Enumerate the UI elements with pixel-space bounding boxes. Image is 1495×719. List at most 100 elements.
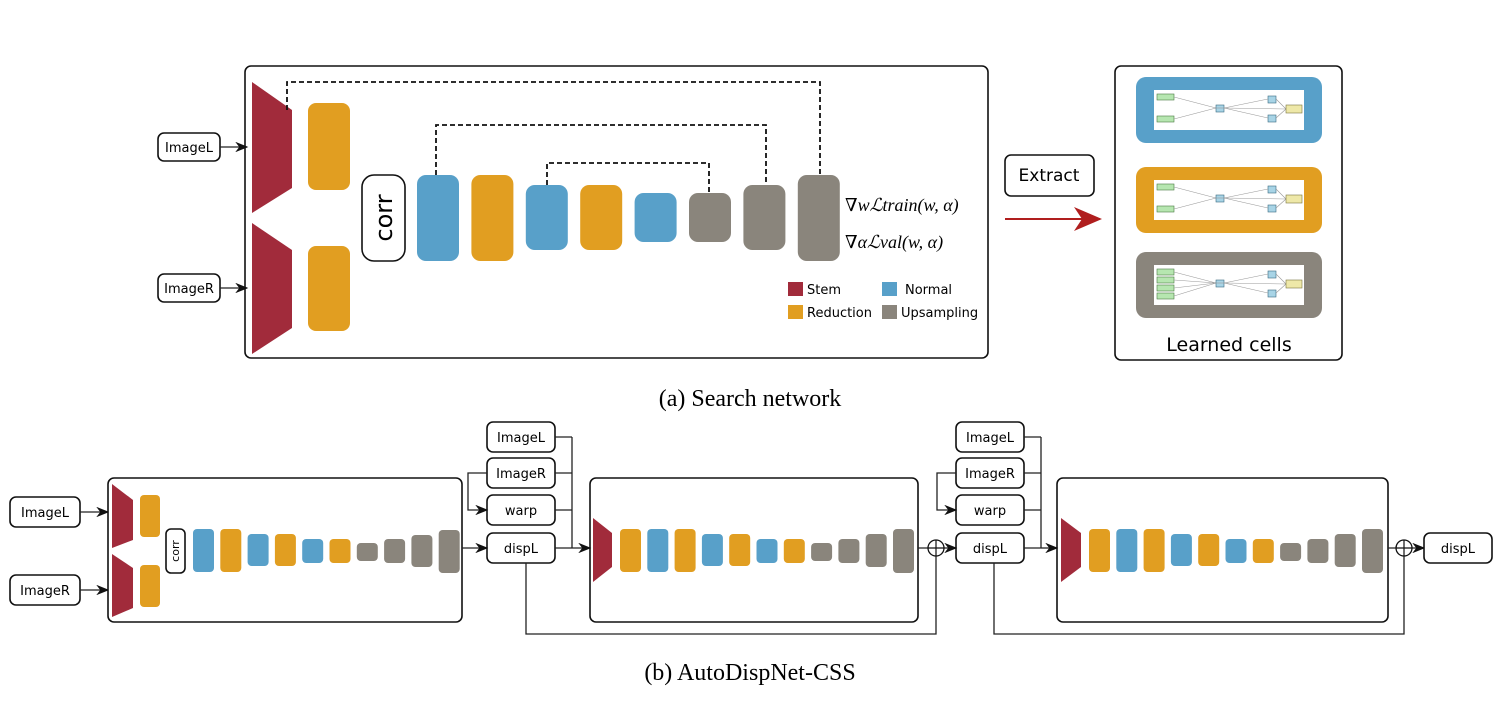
stage-input-label: warp [974,504,1006,519]
extract-label: Extract [1019,166,1080,186]
upsampling-cell [865,534,887,567]
reduction-cell [274,534,296,566]
caption-a: (a) Search network [659,386,842,412]
corr-label: corr [370,194,398,241]
stage-input-label: warp [505,504,537,519]
stage-input-label: ImageL [966,431,1015,446]
stage-input-label: ImageR [496,467,546,482]
reduction-cell [674,529,696,572]
legend-swatch-stem [788,282,803,296]
train-gradient-formula: ∇wℒtrain(w, α) [845,195,959,216]
learned-cells-title: Learned cells [1166,334,1292,356]
legend-swatch-reduction [788,305,803,319]
normal-cell [193,529,214,572]
stage-input-label: dispL [504,542,539,557]
stage-input-displ: dispL [486,532,556,564]
val-gradient-formula: ∇αℒval(w, α) [845,232,943,253]
corr-label: corr [169,540,182,562]
add-operator-icon [1395,539,1413,557]
reduction-cell [783,539,805,563]
reduction-cell [471,175,514,261]
output-label: dispL [1441,542,1476,557]
legend-swatch-upsampling [882,305,897,319]
reduction-cell [1252,539,1274,563]
reduction-cell [308,103,350,190]
upsampling-cell [689,193,731,242]
search-input-imagel: ImageL [157,132,221,162]
legend-label: Upsampling [901,306,978,321]
upsampling-cell [797,175,840,261]
warp-connector [936,472,958,516]
stage-input-displ: dispL [955,532,1025,564]
stage-input-imager: ImageR [486,457,556,489]
css-input-imager: ImageR [9,574,81,606]
upsampling-cell [1280,543,1302,561]
normal-cell [1116,529,1138,572]
search-input-imager: ImageR [157,273,221,303]
normal-cell [1225,539,1247,563]
learned-upsampling-cell [1136,252,1322,318]
normal-cell [417,175,459,261]
stage-inputs-2: ImageL ImageR warp dispL [936,421,1059,564]
autodispnet-css: ImageL ImageR corr ImageL ImageR warp dispL… [9,421,1493,635]
reduction-cell [1143,529,1165,572]
stage-input-warp: warp [955,494,1025,526]
caption-b: (b) AutoDispNet-CSS [644,660,855,686]
normal-cell [701,534,723,566]
stage-input-label: dispL [973,542,1008,557]
css-input-imagel: ImageL [9,496,81,528]
upsampling-cell [411,535,433,567]
stage-input-label: ImageL [497,431,546,446]
stage-input-imager: ImageR [955,457,1025,489]
corr-block: corr [165,528,186,574]
reduction-cell [329,539,351,563]
input-label: ImageR [20,584,70,599]
legend-label: Stem [807,283,841,298]
upsampling-cell [356,543,378,561]
stage-input-warp: warp [486,494,556,526]
add-operator-icon [927,539,945,557]
reduction-cell [140,495,160,537]
input-label: ImageL [165,141,214,156]
upsampling-cell [1307,539,1329,563]
reduction-cell [729,534,751,566]
input-label: ImageR [164,282,214,297]
output-displ: dispL [1423,532,1493,564]
reduction-cell [580,185,623,250]
upsampling-cell [811,543,833,561]
normal-cell [247,534,269,566]
warp-connector [467,472,489,516]
autodispnet-figure: ImageL ImageR corr ∇wℒtrain(w, α) ∇αℒval… [9,65,1493,686]
stage-input-label: ImageR [965,467,1015,482]
stage-input-imagel: ImageL [486,421,556,453]
search-network: ImageL ImageR corr ∇wℒtrain(w, α) ∇αℒval… [157,65,989,359]
learned-normal-cell [1136,77,1322,143]
reduction-cell [220,529,242,572]
legend-swatch-normal [882,282,897,296]
normal-cell [756,539,778,563]
upsampling-cell [838,539,860,563]
stage-inputs-1: ImageL ImageR warp dispL [467,421,592,564]
learned-reduction-cell [1136,167,1322,233]
reduction-cell [308,246,350,331]
upsampling-cell [893,529,914,573]
upsampling-cell [1362,529,1383,573]
stage-input-imagel: ImageL [955,421,1025,453]
normal-cell [634,193,677,242]
normal-cell [1170,534,1192,566]
upsampling-cell [1334,534,1356,567]
reduction-cell [1198,534,1220,566]
normal-cell [525,185,568,250]
upsampling-cell [384,539,406,563]
reduction-cell [1089,529,1110,572]
extract-step: Extract [1004,154,1102,231]
normal-cell [302,539,324,563]
legend-label: Normal [905,283,952,298]
learned-cells: Learned cells [1114,65,1343,361]
legend-label: Reduction [807,306,872,321]
input-label: ImageL [21,506,70,521]
normal-cell [647,529,669,572]
reduction-cell [140,565,160,607]
upsampling-cell [743,185,786,250]
upsampling-cell [438,530,460,573]
